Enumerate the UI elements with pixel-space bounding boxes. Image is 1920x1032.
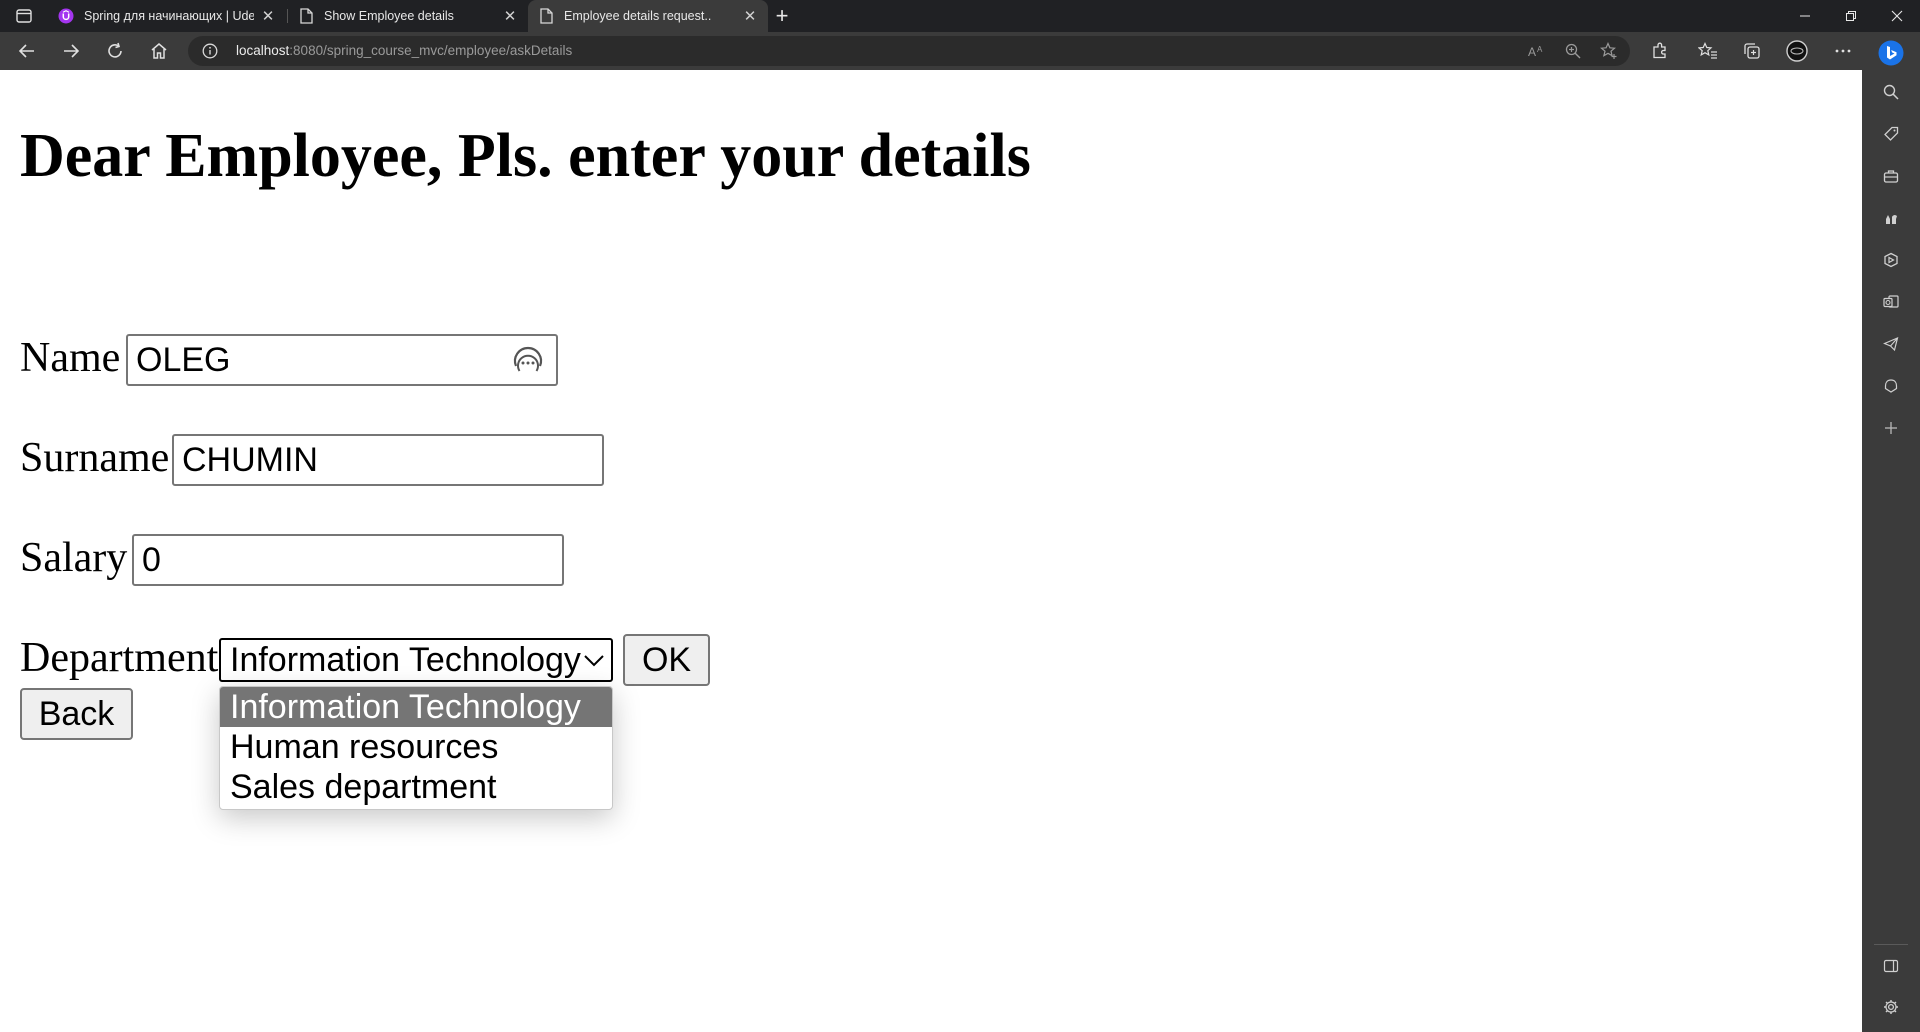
dropdown-option-human-resources[interactable]: Human resources bbox=[220, 727, 612, 767]
add-icon[interactable] bbox=[1881, 418, 1901, 438]
password-autofill-icon[interactable] bbox=[510, 344, 546, 380]
name-input-value: OLEG bbox=[136, 340, 231, 379]
edge-sidebar bbox=[1862, 32, 1920, 1032]
ok-button[interactable]: OK bbox=[623, 634, 710, 686]
page-title: Dear Employee, Pls. enter your details bbox=[20, 122, 1031, 190]
home-icon[interactable] bbox=[146, 39, 172, 63]
search-icon[interactable] bbox=[1881, 82, 1901, 102]
new-tab-icon[interactable]: + bbox=[770, 3, 794, 28]
salary-input[interactable]: 0 bbox=[132, 534, 564, 586]
salary-input-value: 0 bbox=[142, 540, 161, 579]
address-bar[interactable]: localhost:8080/spring_course_mvc/employe… bbox=[188, 36, 1630, 66]
extensions-icon[interactable] bbox=[1647, 39, 1673, 63]
bing-copilot-icon[interactable] bbox=[1878, 40, 1904, 66]
tab-strip: Spring для начинающих | Udem ✕ Show Empl… bbox=[0, 0, 1920, 32]
games-icon[interactable] bbox=[1881, 208, 1901, 228]
forward-arrow-icon[interactable] bbox=[58, 39, 84, 63]
chevron-down-icon bbox=[584, 655, 604, 667]
url-path: :8080/spring_course_mvc/employee/askDeta… bbox=[289, 43, 573, 58]
info-icon[interactable] bbox=[202, 43, 218, 59]
department-selected-value: Information Technology bbox=[230, 640, 581, 679]
tab-employee-request[interactable]: Employee details request.. ✕ bbox=[528, 0, 768, 32]
close-icon[interactable]: ✕ bbox=[502, 8, 518, 25]
close-window-icon[interactable] bbox=[1874, 0, 1920, 32]
back-arrow-icon[interactable] bbox=[14, 39, 40, 63]
send-icon[interactable] bbox=[1881, 334, 1901, 354]
tools-icon[interactable] bbox=[1881, 166, 1901, 186]
profile-avatar[interactable] bbox=[1784, 39, 1810, 63]
tab-title: Show Employee details bbox=[324, 9, 454, 23]
name-label: Name bbox=[20, 335, 121, 381]
name-input[interactable]: OLEG bbox=[126, 334, 558, 386]
refresh-icon[interactable] bbox=[102, 39, 128, 63]
page-content: Dear Employee, Pls. enter your details N… bbox=[0, 70, 1862, 1032]
minimize-icon[interactable] bbox=[1782, 0, 1828, 32]
settings-gear-icon[interactable] bbox=[1881, 997, 1901, 1017]
outlook-icon[interactable] bbox=[1881, 292, 1901, 312]
tab-title: Spring для начинающих | Udem bbox=[84, 9, 254, 23]
svg-text:A: A bbox=[1537, 45, 1543, 54]
close-icon[interactable]: ✕ bbox=[260, 8, 276, 25]
hide-sidebar-icon[interactable] bbox=[1881, 956, 1901, 976]
tab-udemy[interactable]: Spring для начинающих | Udem ✕ bbox=[48, 0, 286, 32]
restore-icon[interactable] bbox=[1828, 0, 1874, 32]
svg-text:A: A bbox=[1528, 45, 1536, 58]
more-options-icon[interactable] bbox=[1830, 39, 1856, 63]
page-icon bbox=[538, 8, 554, 24]
department-select[interactable]: Information Technology bbox=[219, 638, 613, 682]
add-favorite-icon[interactable] bbox=[1600, 42, 1618, 60]
surname-input-value: CHUMIN bbox=[182, 440, 318, 479]
collections-icon[interactable] bbox=[1739, 39, 1765, 63]
read-aloud-icon[interactable]: AA bbox=[1528, 42, 1546, 60]
dropdown-option-information-technology[interactable]: Information Technology bbox=[220, 687, 612, 727]
close-icon[interactable]: ✕ bbox=[742, 8, 758, 25]
surname-label: Surname bbox=[20, 435, 170, 481]
url-host: localhost bbox=[236, 43, 290, 58]
sidebar-divider bbox=[1874, 944, 1908, 945]
page-icon bbox=[298, 8, 314, 24]
back-button[interactable]: Back bbox=[20, 688, 133, 740]
surname-input[interactable]: CHUMIN bbox=[172, 434, 604, 486]
office-icon[interactable] bbox=[1881, 250, 1901, 270]
favorites-icon[interactable] bbox=[1695, 39, 1721, 63]
tab-actions-icon[interactable] bbox=[12, 6, 36, 26]
udemy-icon bbox=[58, 8, 74, 24]
department-label: Department bbox=[20, 635, 219, 681]
shopping-tag-icon[interactable] bbox=[1881, 124, 1901, 144]
url-text[interactable]: localhost:8080/spring_course_mvc/employe… bbox=[236, 43, 572, 58]
department-dropdown-list: Information Technology Human resources S… bbox=[219, 686, 613, 810]
salary-label: Salary bbox=[20, 535, 128, 581]
dropdown-option-sales-department[interactable]: Sales department bbox=[220, 767, 612, 807]
browser-toolbar: localhost:8080/spring_course_mvc/employe… bbox=[0, 32, 1920, 70]
tab-show-employee[interactable]: Show Employee details ✕ bbox=[288, 0, 528, 32]
tab-title: Employee details request.. bbox=[564, 9, 712, 23]
zoom-icon[interactable] bbox=[1564, 42, 1582, 60]
drop-icon[interactable] bbox=[1881, 376, 1901, 396]
